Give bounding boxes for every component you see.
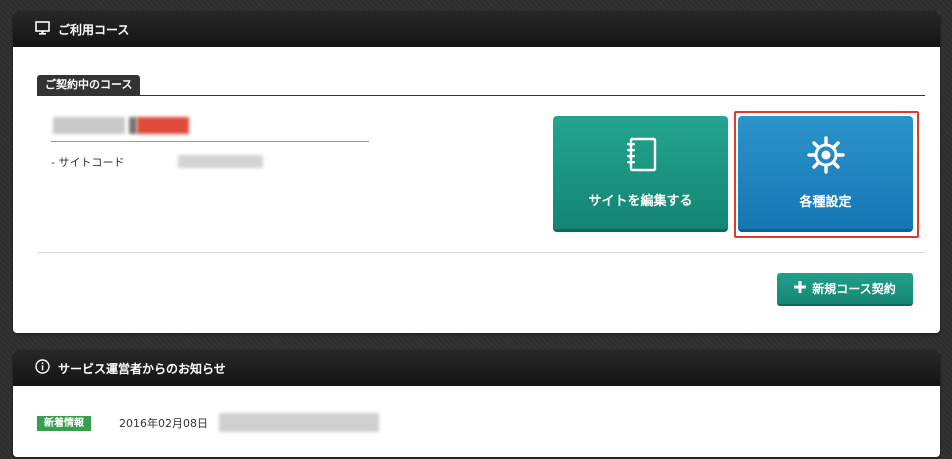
news-panel-title: サービス運営者からのお知らせ (58, 361, 226, 376)
contracted-course-tab: ご契約中のコース (37, 75, 141, 95)
notebook-icon (622, 136, 660, 178)
settings-label: 各種設定 (799, 195, 852, 210)
course-panel: ご利用コース ご契約中のコース - サイトコード サイトを編集する 各種設定 新… (13, 11, 940, 333)
panel-divider (37, 252, 925, 253)
monitor-icon (35, 20, 50, 38)
course-panel-title: ご利用コース (58, 22, 130, 37)
edit-site-label: サイトを編集する (588, 194, 693, 209)
settings-button[interactable]: 各種設定 (738, 116, 913, 232)
plus-icon (794, 281, 807, 296)
site-code-redacted (178, 155, 263, 168)
news-panel: サービス運営者からのお知らせ 新着情報 2016年02月08日 (13, 350, 940, 457)
section-tab-row: ご契約中のコース (37, 72, 925, 96)
course-panel-header: ご利用コース (13, 11, 940, 47)
gear-icon (806, 135, 846, 179)
news-date: 2016年02月08日 (119, 417, 208, 430)
news-panel-header: サービス運営者からのお知らせ (13, 350, 940, 386)
site-code-label: - サイトコード (51, 156, 125, 169)
new-course-label: 新規コース契約 (812, 282, 896, 296)
course-name-underline (51, 141, 369, 142)
news-badge: 新着情報 (37, 416, 91, 431)
edit-site-button[interactable]: サイトを編集する (553, 116, 728, 232)
info-icon (35, 359, 50, 377)
new-course-contract-button[interactable]: 新規コース契約 (777, 273, 913, 306)
